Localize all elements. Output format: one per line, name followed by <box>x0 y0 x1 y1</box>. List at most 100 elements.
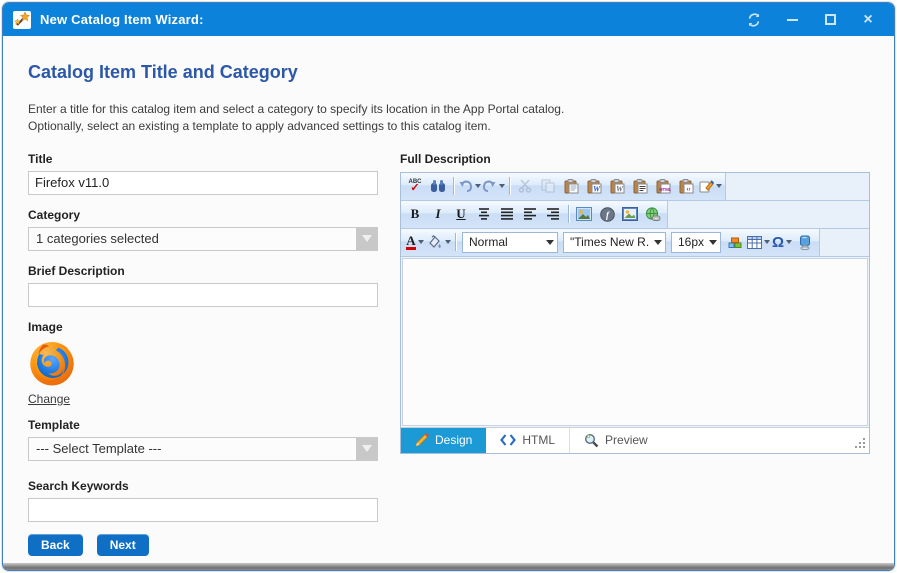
brief-description-input[interactable] <box>28 283 378 307</box>
maximize-button[interactable] <box>822 12 838 28</box>
font-size-value: 16px <box>678 235 705 249</box>
paste-icon[interactable] <box>560 175 582 197</box>
image-label: Image <box>28 320 378 334</box>
title-input[interactable] <box>28 171 378 195</box>
insert-symbol-icon[interactable]: Ω <box>771 231 793 253</box>
paste-plain-text-icon[interactable] <box>629 175 651 197</box>
tab-html[interactable]: HTML <box>486 428 570 453</box>
wizard-footer: Back Next <box>28 534 149 556</box>
undo-icon[interactable] <box>458 175 481 197</box>
copy-icon[interactable] <box>537 175 559 197</box>
font-family-select[interactable]: "Times New R... <box>563 232 666 253</box>
intro-line-2: Optionally, select an existing a templat… <box>28 118 869 135</box>
change-image-link[interactable]: Change <box>28 392 70 406</box>
intro-text: Enter a title for this catalog item and … <box>28 101 869 136</box>
editor-toolbar-row-2: B I U <box>401 201 668 228</box>
insert-table-dropdown-arrow[interactable] <box>764 240 770 244</box>
search-keywords-label: Search Keywords <box>28 479 378 493</box>
format-stripper-icon[interactable] <box>698 175 722 197</box>
next-button[interactable]: Next <box>97 534 149 556</box>
search-keywords-input[interactable] <box>28 498 378 522</box>
font-color-icon[interactable]: A <box>404 231 426 253</box>
window-title: New Catalog Item Wizard: <box>40 12 746 27</box>
redo-dropdown-arrow[interactable] <box>499 184 505 188</box>
editor-toolbar-row-3: A Normal "Times New R <box>401 229 820 256</box>
editor-mode-tabstrip: Design HTML Preview <box>401 427 869 453</box>
maximize-icon <box>825 14 836 25</box>
brief-description-label: Brief Description <box>28 264 378 278</box>
tab-html-label: HTML <box>522 433 555 447</box>
template-dropdown[interactable]: --- Select Template --- <box>28 437 378 461</box>
magnifier-icon <box>584 433 599 448</box>
editor-content-area[interactable] <box>402 258 868 426</box>
bold-icon[interactable]: B <box>404 203 426 225</box>
close-icon: × <box>863 12 872 28</box>
chevron-down-icon <box>362 235 372 242</box>
paste-from-word-icon[interactable]: W <box>583 175 605 197</box>
image-manager-icon[interactable] <box>573 203 595 225</box>
align-left-icon[interactable] <box>519 203 541 225</box>
flash-manager-icon[interactable]: f <box>596 203 618 225</box>
refresh-button[interactable] <box>746 12 762 28</box>
paste-from-word-no-styles-icon[interactable]: W <box>606 175 628 197</box>
minimize-button[interactable] <box>784 12 800 28</box>
chevron-down-icon <box>654 240 662 245</box>
template-dropdown-value: --- Select Template --- <box>29 441 356 456</box>
template-dropdown-button[interactable] <box>356 438 377 460</box>
category-dropdown-value: 1 categories selected <box>29 231 356 246</box>
editor-toolbar-row-1: ABC ✓ <box>401 173 726 200</box>
spellcheck-icon[interactable]: ABC ✓ <box>404 175 426 197</box>
tab-design[interactable]: Design <box>401 428 486 453</box>
font-color-dropdown-arrow[interactable] <box>418 240 424 244</box>
svg-text:‹›: ‹› <box>686 187 690 193</box>
wizard-window: New Catalog Item Wizard: × Catalog Item … <box>2 2 895 571</box>
minimize-icon <box>787 19 798 21</box>
svg-text:W: W <box>592 184 600 193</box>
insert-table-icon[interactable] <box>747 231 770 253</box>
back-button[interactable]: Back <box>28 534 83 556</box>
pencil-icon <box>415 433 429 447</box>
module-manager-icon[interactable] <box>724 231 746 253</box>
app-wizard-icon <box>13 11 31 29</box>
undo-dropdown-arrow[interactable] <box>475 184 481 188</box>
tab-preview[interactable]: Preview <box>570 428 662 453</box>
find-icon[interactable] <box>427 175 449 197</box>
toolbar-separator <box>568 205 569 223</box>
link-manager-icon[interactable] <box>642 203 664 225</box>
justify-icon[interactable] <box>496 203 518 225</box>
template-label: Template <box>28 418 378 432</box>
italic-icon[interactable]: I <box>427 203 449 225</box>
background-color-dropdown-arrow[interactable] <box>445 240 451 244</box>
font-family-value: "Times New R... <box>570 235 650 249</box>
category-dropdown[interactable]: 1 categories selected <box>28 227 378 251</box>
titlebar: New Catalog Item Wizard: × <box>3 3 894 36</box>
template-manager-icon[interactable] <box>794 231 816 253</box>
editor-resize-grip[interactable] <box>853 436 865 448</box>
toolbar-separator <box>509 177 510 195</box>
chevron-down-icon <box>362 445 372 452</box>
rich-text-editor: ABC ✓ <box>400 172 870 454</box>
insert-symbol-dropdown-arrow[interactable] <box>786 240 792 244</box>
category-label: Category <box>28 208 378 222</box>
code-brackets-icon <box>500 434 516 446</box>
close-button[interactable]: × <box>860 12 876 28</box>
paste-as-html-icon[interactable]: HTML <box>652 175 674 197</box>
category-dropdown-button[interactable] <box>356 228 377 250</box>
cut-icon[interactable] <box>514 175 536 197</box>
tab-design-label: Design <box>435 433 472 447</box>
align-right-icon[interactable] <box>542 203 564 225</box>
chevron-down-icon <box>546 240 554 245</box>
redo-icon[interactable] <box>482 175 505 197</box>
align-center-icon[interactable] <box>473 203 495 225</box>
paste-markup-icon[interactable]: ‹› <box>675 175 697 197</box>
background-color-icon[interactable] <box>427 231 451 253</box>
toolbar-separator <box>453 177 454 195</box>
paragraph-style-select[interactable]: Normal <box>462 232 558 253</box>
underline-icon[interactable]: U <box>450 203 472 225</box>
window-bottom-edge <box>3 563 894 570</box>
toolbar-separator <box>455 233 456 251</box>
font-size-select[interactable]: 16px <box>671 232 721 253</box>
page-title: Catalog Item Title and Category <box>28 62 869 83</box>
media-manager-icon[interactable] <box>619 203 641 225</box>
format-stripper-dropdown-arrow[interactable] <box>716 184 722 188</box>
